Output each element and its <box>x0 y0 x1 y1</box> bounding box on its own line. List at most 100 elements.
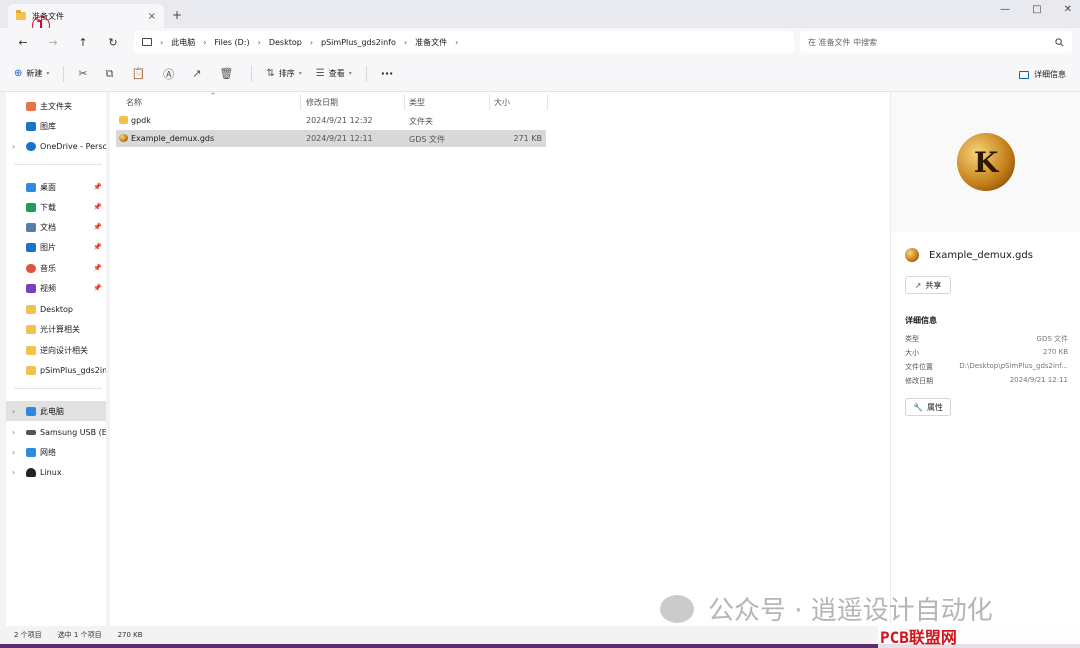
column-separator[interactable] <box>547 94 548 110</box>
chevron-right-icon[interactable]: › <box>12 428 15 437</box>
share-button[interactable]: ↗ 共享 <box>905 276 951 294</box>
command-bar: ⊕ 新建 ▾ ✂ ⧉ 📋 Ⓐ ↗ 🗑 ⇅ 排序 ▾ ☰ 查看 ▾ ··· 详细信… <box>0 56 1080 92</box>
chevron-right-icon[interactable]: › <box>12 142 15 151</box>
sidebar-item-onedrive[interactable]: › OneDrive - Personal <box>6 136 106 156</box>
sidebar-item-label: 光计算相关 <box>40 324 80 334</box>
new-button[interactable]: ⊕ 新建 ▾ <box>14 68 49 79</box>
file-type: 文件夹 <box>409 117 433 126</box>
table-row[interactable]: gpdk 2024/9/21 12:32 文件夹 <box>116 112 546 129</box>
column-header-type[interactable]: 类型 <box>409 97 425 108</box>
klayout-logo-icon: K <box>957 133 1015 191</box>
toolbar-divider <box>365 65 367 82</box>
chevron-right-icon[interactable]: › <box>12 468 15 477</box>
copy-icon[interactable]: ⧉ <box>106 67 114 81</box>
sidebar-item-documents[interactable]: 文档 📌 <box>6 217 106 237</box>
selected-size: 270 KB <box>117 631 143 639</box>
toolbar-divider <box>251 65 253 82</box>
sidebar-item-usb-drive[interactable]: › Samsung USB (E:) <box>6 422 106 442</box>
column-separator[interactable] <box>300 94 301 110</box>
sidebar-item-label: 逆向设计相关 <box>40 345 88 355</box>
network-icon <box>26 447 36 457</box>
pin-icon: 📌 <box>93 243 102 251</box>
file-size: 271 KB <box>513 134 542 143</box>
chevron-down-icon: ▾ <box>298 70 302 77</box>
sidebar-item-videos[interactable]: 视频 📌 <box>6 278 106 298</box>
table-row[interactable]: Example_demux.gds 2024/9/21 12:11 GDS 文件… <box>116 130 546 147</box>
more-options-button[interactable]: ··· <box>381 67 394 80</box>
refresh-button[interactable]: ↻ <box>98 36 128 49</box>
sidebar-item-label: 图片 <box>40 242 56 252</box>
breadcrumb-item[interactable]: Desktop <box>269 38 302 47</box>
tab-close-icon[interactable]: × <box>148 11 156 22</box>
file-list: ^ 名称 修改日期 类型 大小 gpdk 2024/9/21 12:32 文件夹… <box>110 92 890 626</box>
delete-icon[interactable]: 🗑 <box>219 67 233 80</box>
chevron-right-icon[interactable]: › <box>12 448 15 457</box>
address-bar-row: ← → ↑ ↻ › 此电脑 › Files (D:) › Desktop › p… <box>0 28 1080 56</box>
forward-button[interactable]: → <box>38 36 68 49</box>
details-pane-button[interactable]: 详细信息 <box>1019 69 1066 80</box>
column-header-size[interactable]: 大小 <box>494 97 510 108</box>
sidebar-item-label: 下载 <box>40 202 56 212</box>
sidebar-item-psimplus[interactable]: pSimPlus_gds2info <box>6 360 106 380</box>
sort-ascending-icon: ^ <box>210 92 216 100</box>
view-button[interactable]: ☰ 查看 ▾ <box>316 68 352 79</box>
view-label: 查看 <box>328 69 345 78</box>
up-button[interactable]: ↑ <box>68 36 98 49</box>
desktop-icon <box>26 182 36 192</box>
sidebar-item-downloads[interactable]: 下载 📌 <box>6 197 106 217</box>
sidebar-item-label: 图库 <box>40 121 56 131</box>
prop-value: 2024/9/21 12:11 <box>1009 376 1068 384</box>
sidebar-item-desktop-cn[interactable]: 桌面 📌 <box>6 177 106 197</box>
back-button[interactable]: ← <box>8 36 38 49</box>
plus-circle-icon: ⊕ <box>14 68 23 79</box>
search-input[interactable]: 在 准备文件 中搜索 <box>800 31 1072 53</box>
file-preview: K <box>891 92 1080 232</box>
sidebar-item-network[interactable]: › 网络 <box>6 442 106 462</box>
toolbar-divider <box>63 65 65 82</box>
sort-button[interactable]: ⇅ 排序 ▾ <box>266 68 301 79</box>
sidebar-item-gallery[interactable]: 图库 <box>6 116 106 136</box>
minimize-button[interactable]: — <box>1000 4 1010 15</box>
sidebar-item-desktop[interactable]: Desktop <box>6 299 106 319</box>
details-section-title: 详细信息 <box>905 316 937 325</box>
sidebar-item-optical-computing[interactable]: 光计算相关 <box>6 319 106 339</box>
chevron-right-icon[interactable]: › <box>12 407 15 416</box>
pin-icon: 📌 <box>93 284 102 292</box>
breadcrumb-item[interactable]: pSimPlus_gds2info <box>321 38 396 47</box>
column-separator[interactable] <box>404 94 405 110</box>
sidebar-item-label: Linux <box>40 467 62 477</box>
search-placeholder: 在 准备文件 中搜索 <box>808 37 878 47</box>
search-icon <box>1055 37 1064 46</box>
sidebar-item-home[interactable]: 主文件夹 <box>6 96 106 116</box>
column-separator[interactable] <box>489 94 490 110</box>
cut-icon[interactable]: ✂ <box>78 67 87 80</box>
sort-icon: ⇅ <box>266 68 275 79</box>
folder-icon <box>26 324 36 334</box>
maximize-button[interactable]: □ <box>1032 4 1041 15</box>
sidebar-item-label: 此电脑 <box>40 406 64 416</box>
file-type: GDS 文件 <box>409 135 445 144</box>
share-icon[interactable]: ↗ <box>192 67 201 80</box>
breadcrumb[interactable]: › 此电脑 › Files (D:) › Desktop › pSimPlus_… <box>134 31 794 53</box>
new-tab-button[interactable]: + <box>172 8 182 22</box>
breadcrumb-item[interactable]: 准备文件 <box>415 37 447 48</box>
sidebar-item-linux[interactable]: › Linux <box>6 462 106 482</box>
sidebar-item-inverse-design[interactable]: 逆向设计相关 <box>6 340 106 360</box>
sidebar-item-label: 音乐 <box>40 263 56 273</box>
breadcrumb-separator: › <box>257 37 261 47</box>
klayout-file-icon <box>905 248 919 262</box>
close-window-button[interactable]: ✕ <box>1064 4 1072 15</box>
column-header-date[interactable]: 修改日期 <box>306 97 338 108</box>
sidebar-item-music[interactable]: 音乐 📌 <box>6 258 106 278</box>
paste-icon[interactable]: 📋 <box>131 67 145 80</box>
properties-button[interactable]: 🔧 属性 <box>905 398 951 416</box>
breadcrumb-item[interactable]: 此电脑 <box>171 37 195 48</box>
sidebar-item-pictures[interactable]: 图片 📌 <box>6 237 106 257</box>
folder-icon <box>26 304 36 314</box>
column-header-name[interactable]: 名称 <box>126 97 142 108</box>
breadcrumb-item[interactable]: Files (D:) <box>214 38 249 47</box>
wrench-icon: 🔧 <box>913 402 923 412</box>
pin-icon: 📌 <box>93 203 102 211</box>
rename-icon[interactable]: Ⓐ <box>163 66 174 82</box>
sidebar-item-this-pc[interactable]: › 此电脑 <box>6 401 106 421</box>
